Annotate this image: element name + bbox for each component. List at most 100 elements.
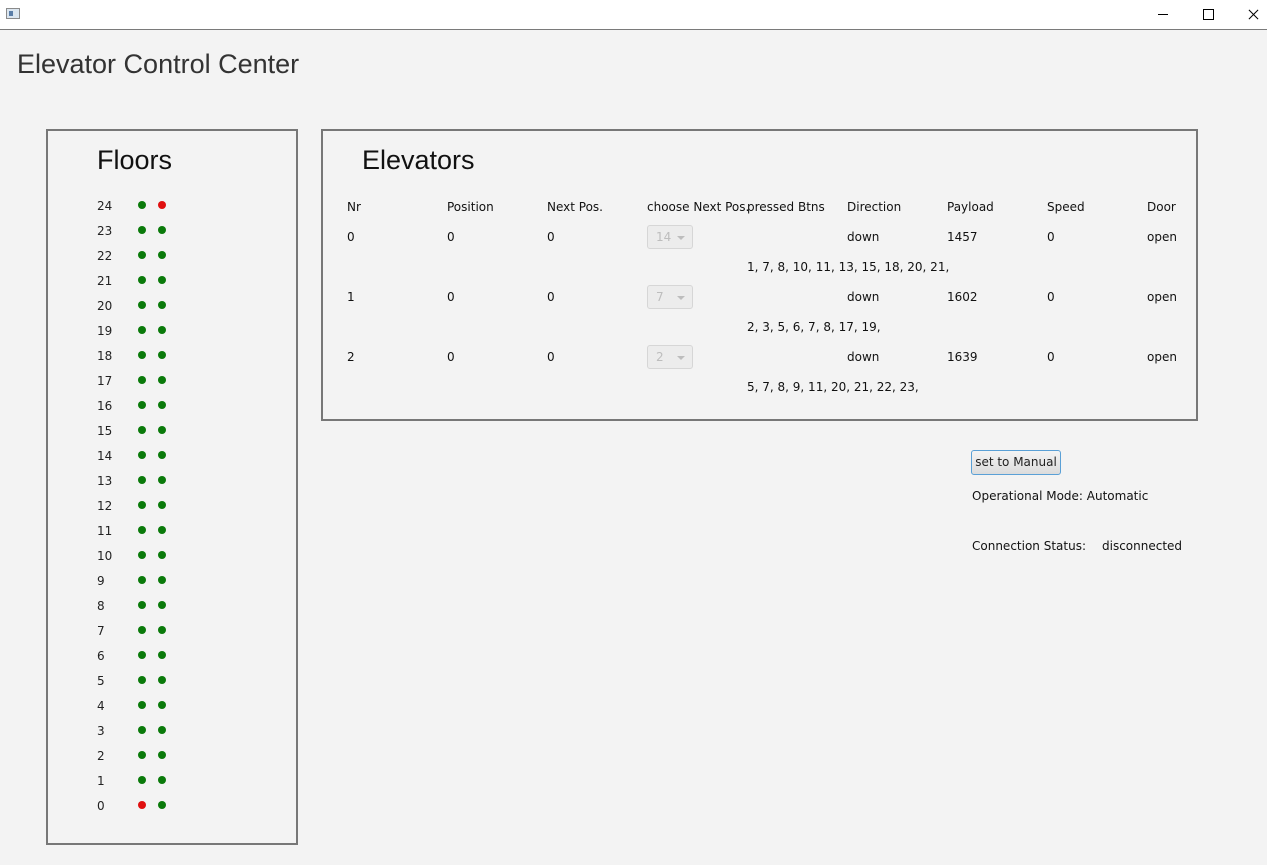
floor-up-indicator	[138, 251, 146, 259]
floor-row: 18	[48, 347, 288, 367]
floor-number: 21	[97, 274, 113, 288]
cell-direction: down	[847, 350, 880, 364]
cell-nr: 0	[347, 230, 355, 244]
cell-nr: 1	[347, 290, 355, 304]
close-icon[interactable]	[1230, 0, 1267, 29]
floor-number: 8	[97, 599, 105, 613]
floor-number: 0	[97, 799, 105, 813]
header-payload: Payload	[947, 200, 994, 214]
title-bar	[0, 0, 1267, 30]
floor-down-indicator	[158, 751, 166, 759]
floor-number: 19	[97, 324, 113, 338]
floor-down-indicator	[158, 551, 166, 559]
floor-up-indicator	[138, 376, 146, 384]
cell-pressed-btns: 1, 7, 8, 10, 11, 13, 15, 18, 20, 21,	[747, 260, 950, 274]
header-nr: Nr	[347, 200, 361, 214]
maximize-icon[interactable]	[1185, 0, 1231, 29]
floor-number: 7	[97, 624, 105, 638]
floor-up-indicator	[138, 276, 146, 284]
floor-row: 2	[48, 747, 288, 767]
cell-payload: 1639	[947, 350, 978, 364]
cell-position: 0	[447, 350, 455, 364]
floor-row: 21	[48, 272, 288, 292]
connection-status-label: Connection Status:	[972, 539, 1086, 553]
floor-up-indicator	[138, 751, 146, 759]
cell-position: 0	[447, 230, 455, 244]
app-title: Elevator Control Center	[17, 49, 300, 79]
next-pos-select[interactable]: 7	[647, 285, 693, 309]
floor-row: 0	[48, 797, 288, 817]
floor-number: 20	[97, 299, 113, 313]
floor-up-indicator	[138, 451, 146, 459]
operational-mode-text: Operational Mode: Automatic	[972, 489, 1149, 503]
floor-number: 12	[97, 499, 113, 513]
elevators-panel: Elevators Nr Position Next Pos. choose Next…	[321, 129, 1198, 421]
floor-number: 18	[97, 349, 113, 363]
floor-down-indicator	[158, 476, 166, 484]
floor-up-indicator	[138, 576, 146, 584]
cell-position: 0	[447, 290, 455, 304]
floor-row: 3	[48, 722, 288, 742]
floors-panel: Floors 24 23 22 21 20 19 18 17 16 15 14 13 12 11 10 9 8 7…	[46, 129, 298, 845]
floor-up-indicator	[138, 726, 146, 734]
floor-row: 7	[48, 622, 288, 642]
floor-row: 5	[48, 672, 288, 692]
cell-door: open	[1147, 350, 1177, 364]
floor-row: 10	[48, 547, 288, 567]
floor-up-indicator	[138, 326, 146, 334]
floor-row: 17	[48, 372, 288, 392]
floor-up-indicator	[138, 526, 146, 534]
floor-row: 19	[48, 322, 288, 342]
header-choose-next-pos: choose Next Pos.	[647, 200, 750, 214]
floor-down-indicator	[158, 201, 166, 209]
floor-up-indicator	[138, 651, 146, 659]
floor-number: 3	[97, 724, 105, 738]
cell-nr: 2	[347, 350, 355, 364]
floor-row: 11	[48, 522, 288, 542]
floor-up-indicator	[138, 476, 146, 484]
floor-number: 24	[97, 199, 113, 213]
floor-down-indicator	[158, 501, 166, 509]
minimize-icon[interactable]	[1140, 0, 1186, 29]
cell-speed: 0	[1047, 230, 1055, 244]
cell-speed: 0	[1047, 290, 1055, 304]
floor-down-indicator	[158, 701, 166, 709]
floors-title: Floors	[97, 145, 173, 175]
header-next-pos: Next Pos.	[547, 200, 603, 214]
floor-down-indicator	[158, 451, 166, 459]
next-pos-select-value: 7	[656, 290, 664, 304]
floor-row: 6	[48, 647, 288, 667]
floor-row: 9	[48, 572, 288, 592]
cell-next-pos: 0	[547, 290, 555, 304]
floor-down-indicator	[158, 226, 166, 234]
floor-number: 23	[97, 224, 113, 238]
floor-down-indicator	[158, 726, 166, 734]
header-speed: Speed	[1047, 200, 1085, 214]
floor-up-indicator	[138, 351, 146, 359]
header-pressed-btns: pressed Btns	[747, 200, 825, 214]
floor-down-indicator	[158, 401, 166, 409]
floor-up-indicator	[138, 501, 146, 509]
app-window-icon	[6, 8, 20, 19]
cell-speed: 0	[1047, 350, 1055, 364]
floor-down-indicator	[158, 426, 166, 434]
floor-number: 17	[97, 374, 113, 388]
floor-number: 9	[97, 574, 105, 588]
floor-row: 4	[48, 697, 288, 717]
floor-down-indicator	[158, 301, 166, 309]
floor-up-indicator	[138, 776, 146, 784]
floor-number: 14	[97, 449, 113, 463]
floor-number: 6	[97, 649, 105, 663]
next-pos-select[interactable]: 14	[647, 225, 693, 249]
floor-row: 13	[48, 472, 288, 492]
floor-down-indicator	[158, 776, 166, 784]
floor-number: 5	[97, 674, 105, 688]
floor-row: 14	[48, 447, 288, 467]
floor-down-indicator	[158, 651, 166, 659]
floor-number: 11	[97, 524, 113, 538]
floor-down-indicator	[158, 576, 166, 584]
next-pos-select[interactable]: 2	[647, 345, 693, 369]
cell-next-pos: 0	[547, 230, 555, 244]
chevron-down-icon	[677, 296, 685, 300]
set-manual-button[interactable]: set to Manual	[971, 450, 1061, 475]
